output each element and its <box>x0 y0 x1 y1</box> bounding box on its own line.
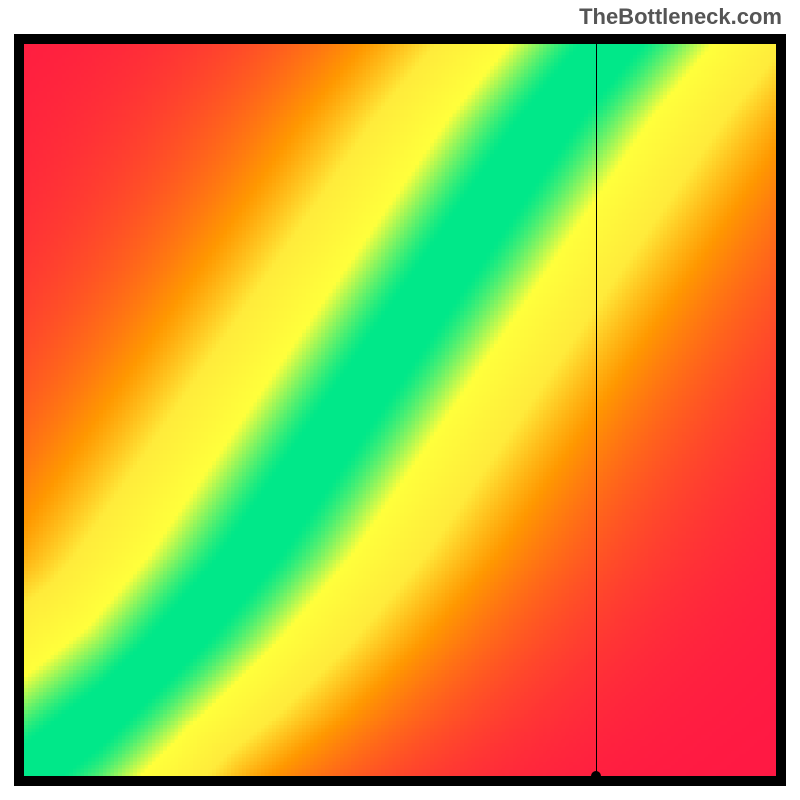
watermark-text: TheBottleneck.com <box>579 4 782 30</box>
chart-container: TheBottleneck.com <box>0 0 800 800</box>
crosshair-vertical <box>596 44 597 776</box>
marker-point <box>591 771 601 776</box>
plot-outer-frame <box>14 34 786 786</box>
plot-area <box>24 44 776 776</box>
heatmap-canvas <box>24 44 776 776</box>
